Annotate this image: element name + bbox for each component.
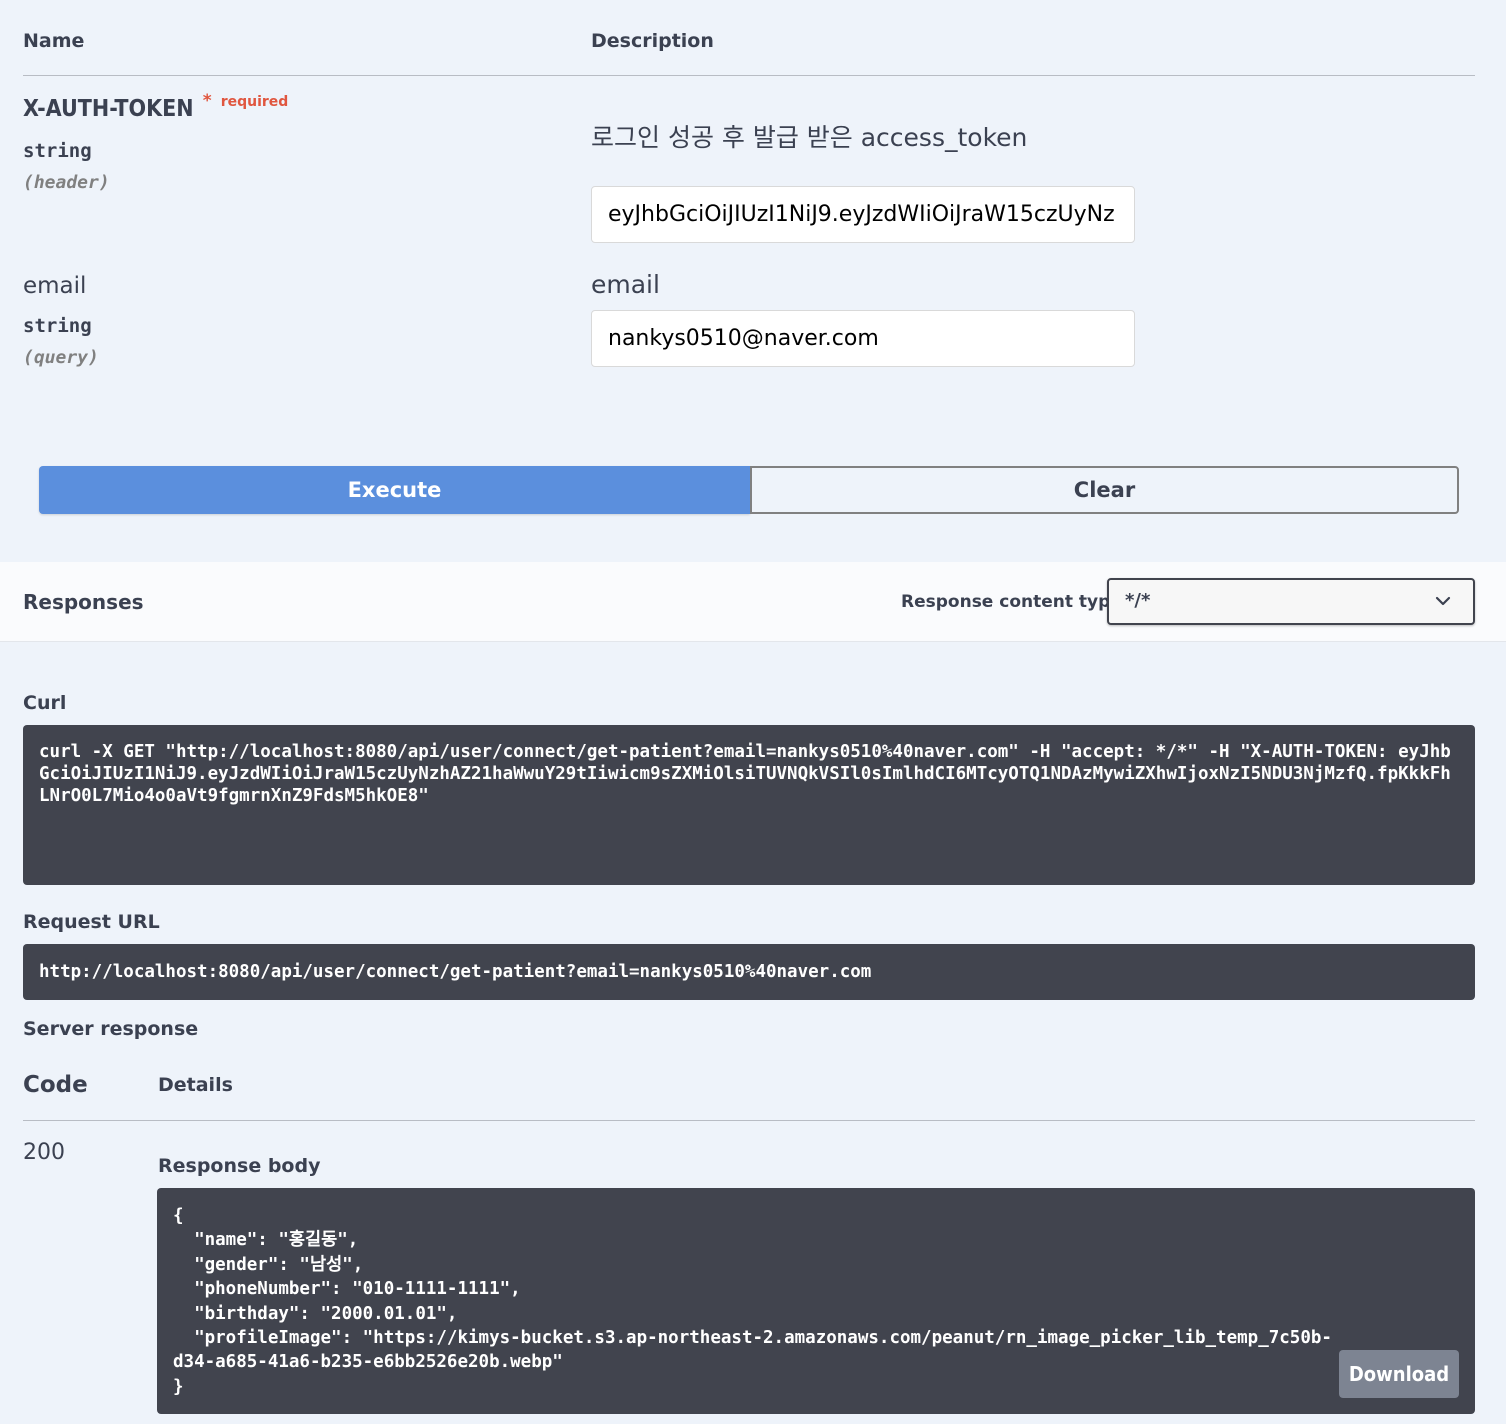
responses-title: Responses bbox=[23, 590, 144, 614]
curl-label: Curl bbox=[23, 692, 67, 714]
curl-command-block[interactable]: curl -X GET "http://localhost:8080/api/u… bbox=[23, 725, 1475, 885]
request-url-label: Request URL bbox=[23, 911, 160, 933]
response-body-block[interactable]: { "name": "홍길동", "gender": "남성", "phoneN… bbox=[157, 1188, 1475, 1414]
json-line: } bbox=[173, 1376, 184, 1397]
header-divider bbox=[23, 75, 1475, 76]
json-line: "name": "홍길동", bbox=[173, 1230, 359, 1251]
required-star: * bbox=[202, 91, 212, 111]
response-status-code: 200 bbox=[23, 1140, 65, 1165]
param-location: (header) bbox=[23, 172, 110, 193]
email-input[interactable]: nankys0510@naver.com bbox=[591, 310, 1135, 367]
request-url-block[interactable]: http://localhost:8080/api/user/connect/g… bbox=[23, 944, 1475, 1000]
param-description: email bbox=[591, 270, 660, 299]
param-name: X-AUTH-TOKEN bbox=[23, 96, 194, 122]
response-content-type-select[interactable]: */* bbox=[1107, 578, 1475, 625]
details-column-header: Details bbox=[158, 1074, 233, 1096]
json-line: "birthday": "2000.01.01", bbox=[173, 1303, 458, 1324]
execute-button[interactable]: Execute bbox=[39, 466, 750, 514]
json-line: "phoneNumber": "010-1111-1111", bbox=[173, 1279, 521, 1300]
param-type: string bbox=[23, 140, 92, 162]
param-location: (query) bbox=[23, 347, 99, 368]
response-body-label: Response body bbox=[158, 1155, 321, 1177]
server-response-label: Server response bbox=[23, 1018, 199, 1040]
response-table-divider bbox=[23, 1120, 1475, 1121]
name-column-header: Name bbox=[23, 30, 85, 52]
code-column-header: Code bbox=[23, 1072, 88, 1098]
json-line: "gender": "남성", bbox=[173, 1254, 364, 1275]
chevron-down-icon bbox=[1435, 596, 1451, 606]
select-value: */* bbox=[1125, 590, 1151, 611]
param-name: email bbox=[23, 273, 87, 299]
param-x-auth-token-name-cell: X-AUTH-TOKEN * required bbox=[23, 91, 289, 122]
required-label: required bbox=[220, 94, 289, 110]
response-content-type-label: Response content type bbox=[901, 592, 1122, 612]
param-type: string bbox=[23, 315, 92, 337]
json-line: { bbox=[173, 1206, 184, 1226]
json-line: d34-a685-41a6-b235-e6bb2526e20b.webp" bbox=[173, 1352, 563, 1373]
clear-button[interactable]: Clear bbox=[750, 466, 1459, 514]
x-auth-token-input[interactable]: eyJhbGciOiJIUzI1NiJ9.eyJzdWIiOiJraW15czU… bbox=[591, 186, 1135, 243]
param-description: 로그인 성공 후 발급 받은 access_token bbox=[591, 123, 1028, 152]
description-column-header: Description bbox=[591, 30, 714, 52]
download-button[interactable]: Download bbox=[1339, 1350, 1459, 1398]
json-line: "profileImage": "https://kimys-bucket.s3… bbox=[173, 1328, 1332, 1349]
